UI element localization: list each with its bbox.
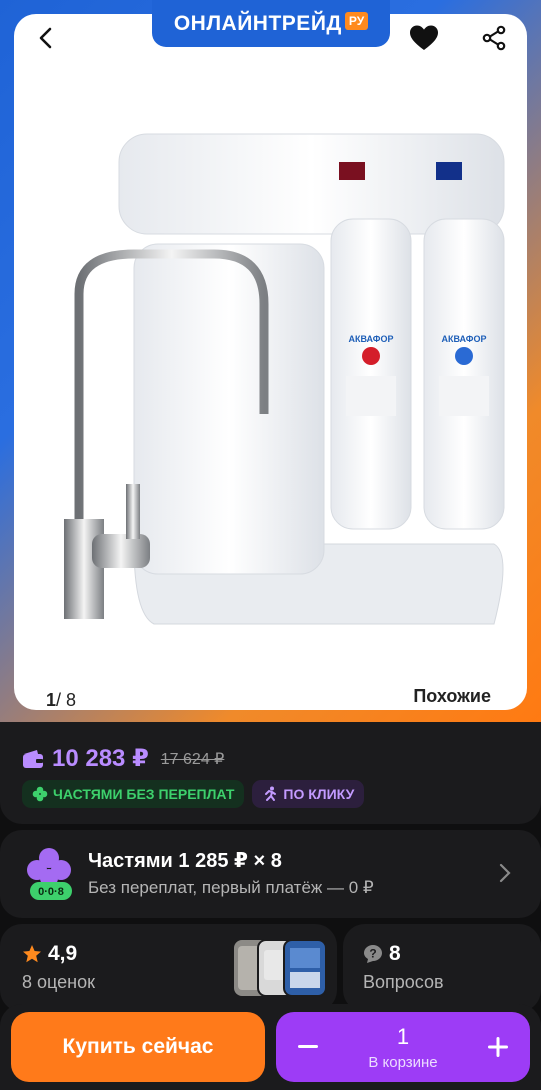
- cartridge-label-1: АКВАФОР: [348, 334, 393, 344]
- clover-icon: [32, 786, 48, 802]
- back-button[interactable]: [22, 14, 70, 62]
- installment-badge[interactable]: ЧАСТЯМИ БЕЗ ПЕРЕПЛАТ: [22, 780, 245, 808]
- questions-label: Вопросов: [363, 972, 444, 992]
- brand-text: ОНЛАЙНТРЕЙД: [173, 11, 342, 35]
- favorite-button[interactable]: [400, 14, 448, 62]
- price-card: 10 283 ₽ 17 624 ₽: [0, 722, 541, 824]
- review-photos[interactable]: [234, 938, 326, 998]
- star-icon: [23, 945, 41, 963]
- questions-card[interactable]: ? 8 Вопросов: [343, 924, 541, 1012]
- share-icon: [482, 25, 506, 51]
- similar-link[interactable]: Похожие: [413, 686, 491, 707]
- increase-quantity-button[interactable]: [478, 1027, 518, 1067]
- installment-subtitle: Без переплат, первый платёж — 0 ₽: [88, 878, 374, 897]
- product-image: АКВАФОР АКВАФОР: [64, 133, 505, 625]
- share-button[interactable]: [470, 14, 518, 62]
- brand-logo[interactable]: ОНЛАЙНТРЕЙД РУ: [152, 0, 390, 47]
- questions-value: 8: [389, 942, 401, 965]
- gallery-pager: 1/ 8: [46, 690, 76, 710]
- old-price: 17 624 ₽: [160, 750, 225, 768]
- one-click-badge-label: ПО КЛИКУ: [283, 786, 355, 802]
- badges: ЧАСТЯМИ БЕЗ ПЕРЕПЛАТ ПО КЛИКУ: [22, 780, 365, 808]
- svg-text:?: ?: [369, 947, 376, 961]
- installment-badge-label: ЧАСТЯМИ БЕЗ ПЕРЕПЛАТ: [53, 786, 235, 802]
- logo-badge-text: 0·0·8: [38, 886, 64, 898]
- bottom-action-bar: Купить сейчас 1 В корзине: [0, 1004, 541, 1090]
- installment-title: Частями 1 285 ₽ × 8: [88, 850, 282, 872]
- one-click-badge[interactable]: ПО КЛИКУ: [252, 780, 365, 808]
- price-row: 10 283 ₽ 17 624 ₽: [22, 744, 224, 773]
- rating-value-row: 4,9: [22, 942, 77, 966]
- rating-card[interactable]: 4,9 8 оценок: [0, 924, 337, 1012]
- pager-current: 1: [46, 690, 57, 710]
- installment-card[interactable]: 0·0·8 Частями 1 285 ₽ × 8 Без переплат, …: [0, 830, 541, 918]
- running-person-icon: [265, 786, 277, 801]
- cartridge-label-2: АКВАФОР: [441, 334, 486, 344]
- buy-now-button[interactable]: Купить сейчас: [11, 1012, 265, 1082]
- current-price: 10 283 ₽: [52, 745, 149, 772]
- installment-logo-icon: 0·0·8: [27, 848, 72, 900]
- chevron-right-icon: [499, 863, 511, 883]
- plus-icon: [488, 1037, 508, 1057]
- rating-value: 4,9: [48, 942, 78, 965]
- brand-suffix: РУ: [344, 11, 369, 30]
- pager-total: / 8: [56, 690, 77, 710]
- back-arrow-icon: [39, 27, 52, 49]
- heart-icon: [410, 25, 438, 50]
- rating-count: 8 оценок: [22, 972, 95, 992]
- questions-value-row: ? 8: [363, 942, 401, 966]
- wallet-icon: [23, 749, 43, 768]
- cart-quantity-control: 1 В корзине: [276, 1012, 530, 1082]
- question-icon: ?: [364, 945, 382, 963]
- product-gallery[interactable]: АКВАФОР АКВАФОР 1/ 8 Похожие: [14, 14, 527, 710]
